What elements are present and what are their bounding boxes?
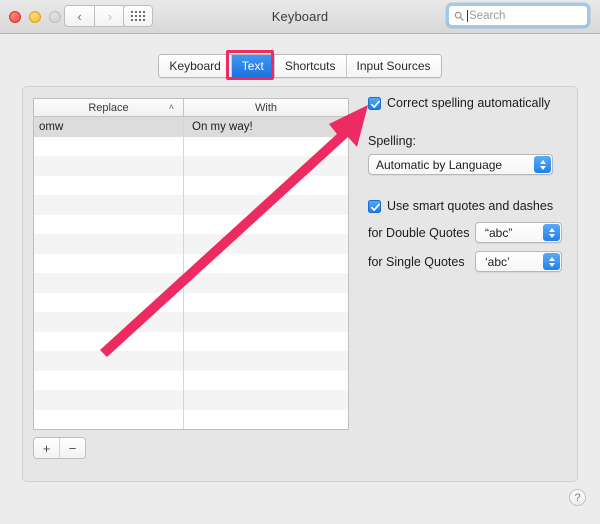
table-row-empty[interactable] [34, 390, 348, 410]
column-header-replace-label: Replace [88, 101, 129, 114]
cell-empty [34, 331, 184, 351]
search-field[interactable]: Search [448, 5, 588, 26]
correct-spelling-label: Correct spelling automatically [387, 96, 551, 110]
table-row-empty[interactable] [34, 409, 348, 430]
chevron-updown-icon [534, 156, 551, 173]
table-row-empty[interactable] [34, 331, 348, 352]
table-row-empty[interactable] [34, 175, 348, 196]
chevron-updown-icon [543, 224, 560, 241]
text-replacement-table[interactable]: Replace ˄ With omw On my way! [33, 98, 349, 430]
double-quotes-row: for Double Quotes “abc” [368, 222, 583, 243]
double-quotes-label: for Double Quotes [368, 225, 470, 240]
cell-empty [184, 293, 348, 313]
cell-empty [34, 253, 184, 273]
cell-empty [184, 176, 348, 196]
tab-keyboard[interactable]: Keyboard [159, 55, 232, 77]
tab-shortcuts[interactable]: Shortcuts [274, 55, 347, 77]
table-row-empty[interactable] [34, 273, 348, 293]
add-entry-button[interactable]: + [34, 438, 59, 458]
cell-empty [34, 273, 184, 293]
search-placeholder: Search [469, 9, 506, 22]
keyboard-preferences-window: ‹ › Keyboard Search Keyboard Text Shortc… [0, 0, 600, 524]
search-icon [454, 11, 464, 21]
spelling-popup-button[interactable]: Automatic by Language [368, 154, 553, 175]
table-row-empty[interactable] [34, 195, 348, 215]
cell-empty [34, 292, 184, 312]
table-row-empty[interactable] [34, 234, 348, 254]
list-controls: + − [33, 437, 86, 459]
table-row-empty[interactable] [34, 253, 348, 274]
table-row-empty[interactable] [34, 370, 348, 391]
column-header-with-label: With [255, 101, 277, 114]
double-quotes-value: “abc” [485, 225, 513, 240]
cell-empty [184, 351, 348, 371]
cell-empty [34, 312, 184, 332]
checkmark-icon [370, 100, 380, 108]
tab-text[interactable]: Text [231, 55, 275, 77]
sort-ascending-icon: ˄ [168, 102, 174, 112]
cell-empty [34, 175, 184, 195]
cell-empty [184, 215, 348, 235]
cell-empty [34, 214, 184, 234]
cell-empty [184, 332, 348, 352]
cell-empty [184, 137, 348, 157]
help-button[interactable]: ? [569, 489, 586, 506]
text-cursor [467, 9, 468, 22]
table-row[interactable]: omw On my way! [34, 117, 348, 137]
double-quotes-popup-button[interactable]: “abc” [475, 222, 562, 243]
spelling-popup-value: Automatic by Language [376, 157, 503, 172]
cell-empty [184, 254, 348, 274]
window-titlebar: ‹ › Keyboard Search [0, 0, 600, 34]
cell-empty [34, 195, 184, 215]
table-row-empty[interactable] [34, 292, 348, 313]
single-quotes-value: ‘abc’ [485, 254, 510, 269]
table-row-empty[interactable] [34, 156, 348, 176]
checkmark-icon [370, 203, 380, 211]
cell-with: On my way! [192, 120, 253, 133]
table-body: omw On my way! [34, 117, 348, 429]
cell-empty [34, 351, 184, 371]
smart-quotes-checkbox[interactable] [368, 200, 381, 213]
smart-quotes-label: Use smart quotes and dashes [387, 199, 554, 213]
table-row-empty[interactable] [34, 214, 348, 235]
cell-empty [34, 409, 184, 429]
tab-bar: Keyboard Text Shortcuts Input Sources [0, 54, 600, 78]
column-header-replace[interactable]: Replace ˄ [34, 99, 184, 116]
table-header-row: Replace ˄ With [34, 99, 348, 117]
single-quotes-label: for Single Quotes [368, 254, 465, 269]
remove-entry-button[interactable]: − [59, 438, 85, 458]
correct-spelling-checkbox[interactable] [368, 97, 381, 110]
cell-empty [184, 273, 348, 293]
correct-spelling-row[interactable]: Correct spelling automatically [368, 96, 583, 111]
spelling-label: Spelling: [368, 134, 416, 148]
cell-empty [184, 390, 348, 410]
cell-empty [184, 195, 348, 215]
cell-empty [184, 234, 348, 254]
cell-empty [34, 234, 184, 254]
cell-empty [184, 371, 348, 391]
smart-quotes-row[interactable]: Use smart quotes and dashes [368, 199, 583, 214]
table-row-empty[interactable] [34, 312, 348, 332]
column-header-with[interactable]: With [184, 99, 348, 116]
cell-replace: omw [34, 117, 184, 137]
tab-group: Keyboard Text Shortcuts Input Sources [158, 54, 442, 78]
table-row-empty[interactable] [34, 351, 348, 371]
tab-input-sources[interactable]: Input Sources [346, 55, 441, 77]
table-row-empty[interactable] [34, 136, 348, 157]
single-quotes-popup-button[interactable]: ‘abc’ [475, 251, 562, 272]
chevron-updown-icon [543, 253, 560, 270]
cell-empty [34, 136, 184, 156]
cell-empty [184, 312, 348, 332]
cell-empty [34, 156, 184, 176]
cell-empty [34, 390, 184, 410]
cell-empty [184, 410, 348, 430]
cell-empty [34, 370, 184, 390]
options-column: Correct spelling automatically Spelling:… [368, 96, 583, 272]
single-quotes-row: for Single Quotes ‘abc’ [368, 251, 583, 272]
cell-empty [184, 156, 348, 176]
